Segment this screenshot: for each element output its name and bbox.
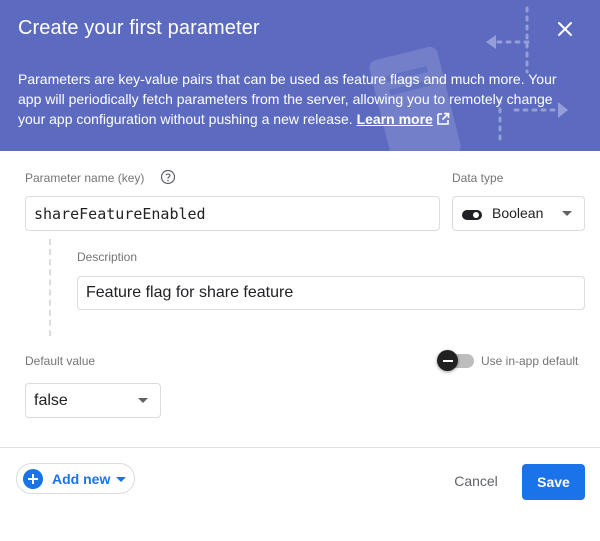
data-type-label: Data type xyxy=(452,171,504,185)
create-parameter-dialog: Create your first parameter Parameters a… xyxy=(0,0,600,541)
save-button[interactable]: Save xyxy=(522,464,585,500)
add-new-label: Add new xyxy=(52,471,111,487)
description-text: Parameters are key-value pairs that can … xyxy=(18,71,557,127)
chevron-down-icon xyxy=(138,397,148,403)
footer-divider xyxy=(0,447,600,448)
close-button[interactable] xyxy=(550,14,580,44)
cancel-button[interactable]: Cancel xyxy=(441,464,511,498)
in-app-default-label: Use in-app default xyxy=(481,354,579,368)
toggle-type-icon xyxy=(462,210,482,220)
chevron-down-icon xyxy=(562,210,572,216)
description-input[interactable]: Feature flag for share feature xyxy=(77,276,585,310)
plus-circle-icon xyxy=(23,469,43,489)
dialog-description: Parameters are key-value pairs that can … xyxy=(18,69,558,129)
dialog-title: Create your first parameter xyxy=(18,17,260,39)
chevron-down-icon xyxy=(116,477,126,482)
default-value-text: false xyxy=(34,392,68,409)
learn-more-link[interactable]: Learn more xyxy=(357,111,433,127)
help-icon[interactable] xyxy=(160,169,176,185)
parameter-name-input[interactable]: shareFeatureEnabled xyxy=(25,196,440,231)
external-link-icon xyxy=(437,112,450,125)
data-type-select[interactable]: Boolean xyxy=(452,196,585,231)
dialog-header: Create your first parameter Parameters a… xyxy=(0,0,600,151)
description-label: Description xyxy=(77,250,138,264)
nesting-guide-line xyxy=(49,239,51,336)
parameter-name-label: Parameter name (key) xyxy=(25,171,145,185)
add-new-button[interactable]: Add new xyxy=(16,463,135,494)
toggle-knob[interactable] xyxy=(437,350,458,371)
data-type-value: Boolean xyxy=(492,205,544,221)
default-value-label: Default value xyxy=(25,354,96,368)
default-value-select[interactable]: false xyxy=(25,383,161,418)
close-icon xyxy=(558,22,572,36)
